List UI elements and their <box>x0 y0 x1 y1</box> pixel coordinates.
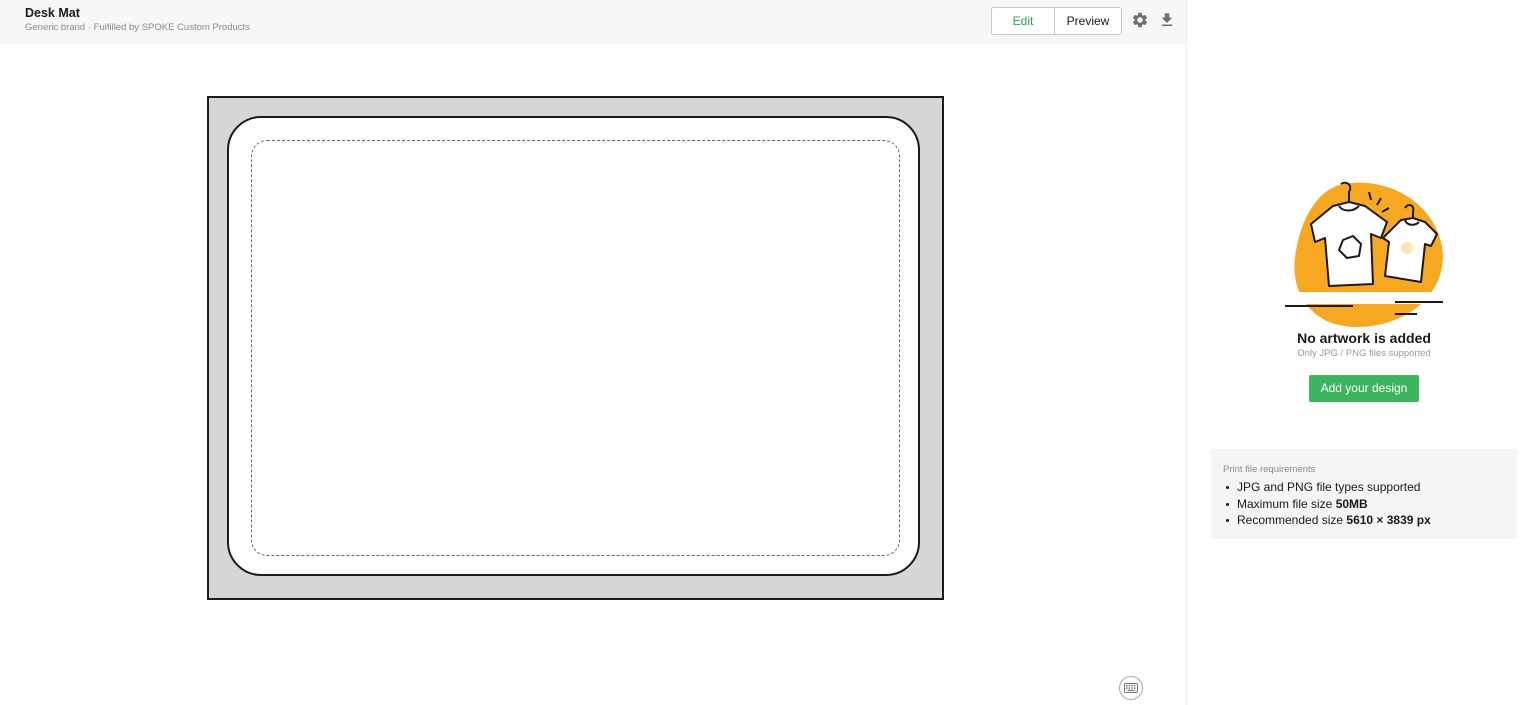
product-title: Desk Mat <box>25 6 80 20</box>
top-bar: Desk Mat Generic brand · Fulfilled by SP… <box>0 0 1186 44</box>
empty-state-title: No artwork is added <box>1297 330 1431 346</box>
requirements-title: Print file requirements <box>1223 464 1316 475</box>
requirement-max-size-value: 50MB <box>1335 496 1368 511</box>
mode-toggle: Edit Preview <box>991 7 1122 35</box>
editor-area: Desk Mat Generic brand · Fulfilled by SP… <box>0 0 1186 705</box>
add-design-button[interactable]: Add your design <box>1309 375 1419 402</box>
tshirt-illustration-icon <box>1283 178 1447 334</box>
requirement-recommended-size-value: 5610 × 3839 px <box>1346 513 1431 527</box>
print-requirements-panel: Print file requirements JPG and PNG file… <box>1211 449 1517 539</box>
requirement-recommended-size-label: Recommended size <box>1237 513 1347 527</box>
download-icon[interactable] <box>1158 11 1176 29</box>
requirement-max-size: Maximum file size 50MB <box>1226 496 1505 513</box>
keyboard-icon[interactable] <box>1119 676 1143 700</box>
desk-mat-safe-zone <box>251 140 900 556</box>
gear-icon[interactable] <box>1131 11 1149 29</box>
design-sidebar: No artwork is added Only JPG / PNG files… <box>1186 0 1536 705</box>
edit-button[interactable]: Edit <box>992 8 1055 34</box>
requirement-recommended-size: Recommended size 5610 × 3839 px <box>1226 512 1505 529</box>
requirement-max-size-label: Maximum file size <box>1237 496 1336 511</box>
product-subtitle: Generic brand · Fulfilled by SPOKE Custo… <box>25 22 250 33</box>
desk-mat-bleed-area <box>207 96 944 600</box>
preview-button[interactable]: Preview <box>1055 8 1121 34</box>
empty-state-subtitle: Only JPG / PNG files supported <box>1297 348 1431 359</box>
requirements-list: JPG and PNG file types supported Maximum… <box>1223 479 1505 529</box>
desk-mat-print-area <box>227 116 920 576</box>
requirement-file-types: JPG and PNG file types supported <box>1226 479 1505 496</box>
app: Desk Mat Generic brand · Fulfilled by SP… <box>0 0 1536 705</box>
requirement-file-types-text: JPG and PNG file types supported <box>1237 480 1421 494</box>
